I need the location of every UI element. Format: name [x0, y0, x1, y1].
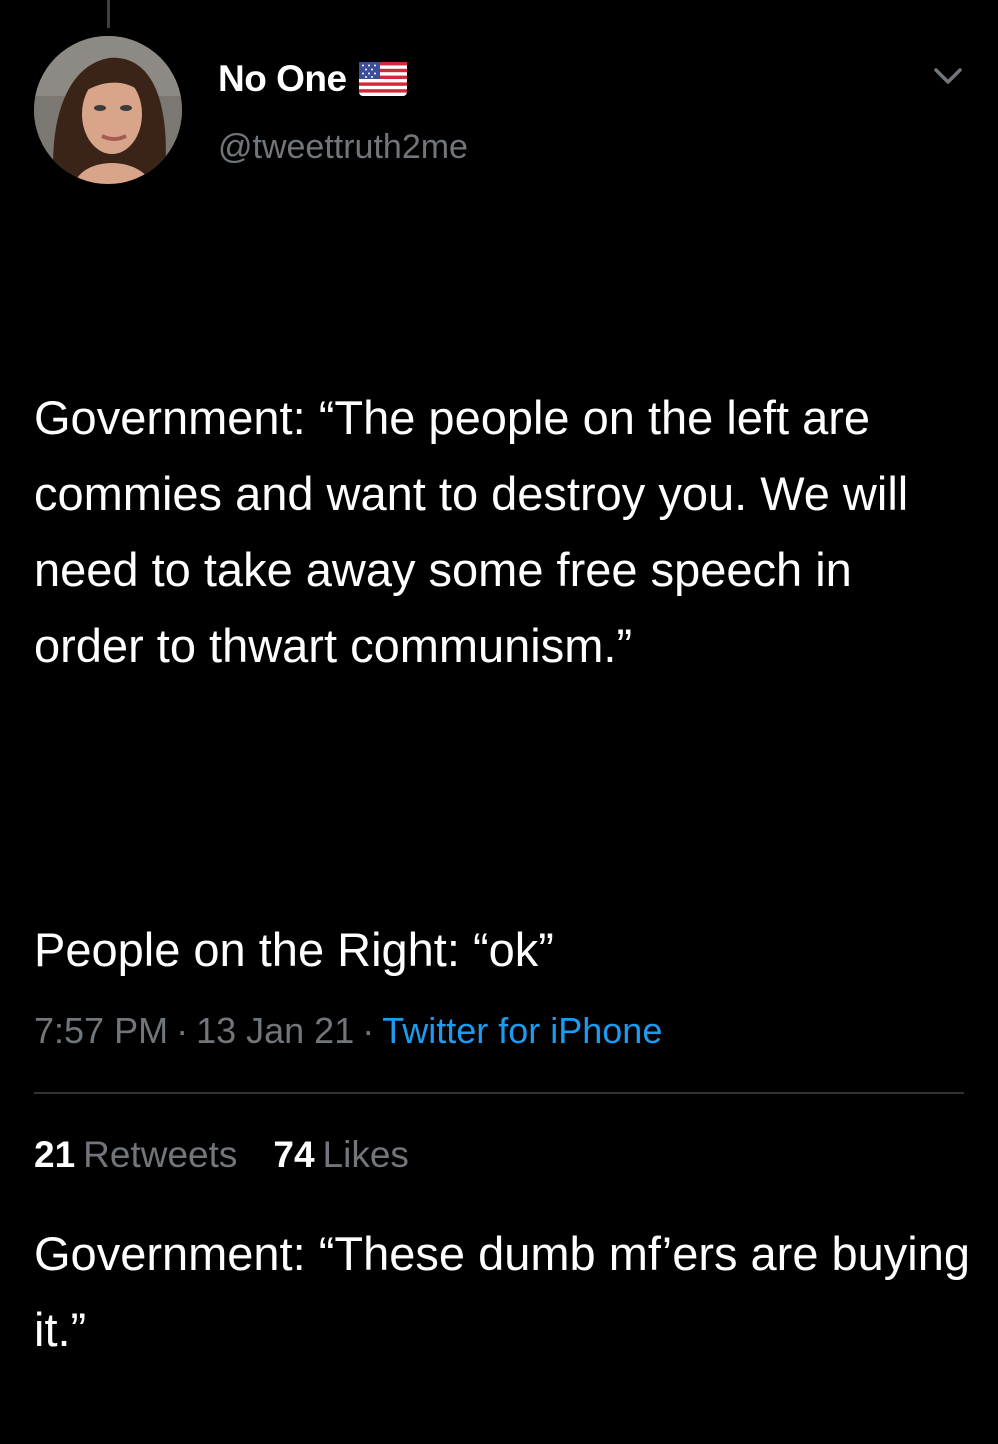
- divider: [34, 1092, 964, 1094]
- likes-stat[interactable]: 74 Likes: [273, 1134, 409, 1176]
- separator-dot: ·: [362, 1010, 375, 1051]
- likes-label: Likes: [322, 1134, 409, 1175]
- tweet-time[interactable]: 7:57 PM: [34, 1010, 168, 1051]
- avatar-image: [34, 36, 182, 184]
- tweet-source-link[interactable]: Twitter for iPhone: [382, 1010, 662, 1051]
- display-name[interactable]: No One: [218, 58, 347, 100]
- user-name-row[interactable]: No One: [218, 58, 407, 100]
- retweets-stat[interactable]: 21 Retweets: [34, 1134, 237, 1176]
- chevron-down-icon[interactable]: [926, 58, 970, 94]
- tweet-body: Government: “The people on the left are …: [34, 228, 974, 1444]
- user-handle[interactable]: @tweettruth2me: [218, 128, 468, 167]
- tweet-paragraph: Government: “The people on the left are …: [34, 391, 922, 672]
- retweets-label: Retweets: [83, 1134, 238, 1175]
- us-flag-icon: [358, 62, 407, 96]
- avatar[interactable]: [34, 36, 182, 184]
- retweets-count: 21: [34, 1134, 76, 1175]
- likes-count: 74: [273, 1134, 315, 1175]
- thread-connector-line: [107, 0, 110, 28]
- tweet-date[interactable]: 13 Jan 21: [196, 1010, 354, 1051]
- tweet-paragraph: Government: “These dumb mf’ers are buyin…: [34, 1227, 984, 1356]
- tweet-paragraph: People on the Right: “ok”: [34, 923, 554, 976]
- tweet-metadata: 7:57 PM · 13 Jan 21 · Twitter for iPhone: [34, 1010, 662, 1052]
- separator-dot: ·: [176, 1010, 189, 1051]
- engagement-stats: 21 Retweets 74 Likes: [34, 1134, 445, 1176]
